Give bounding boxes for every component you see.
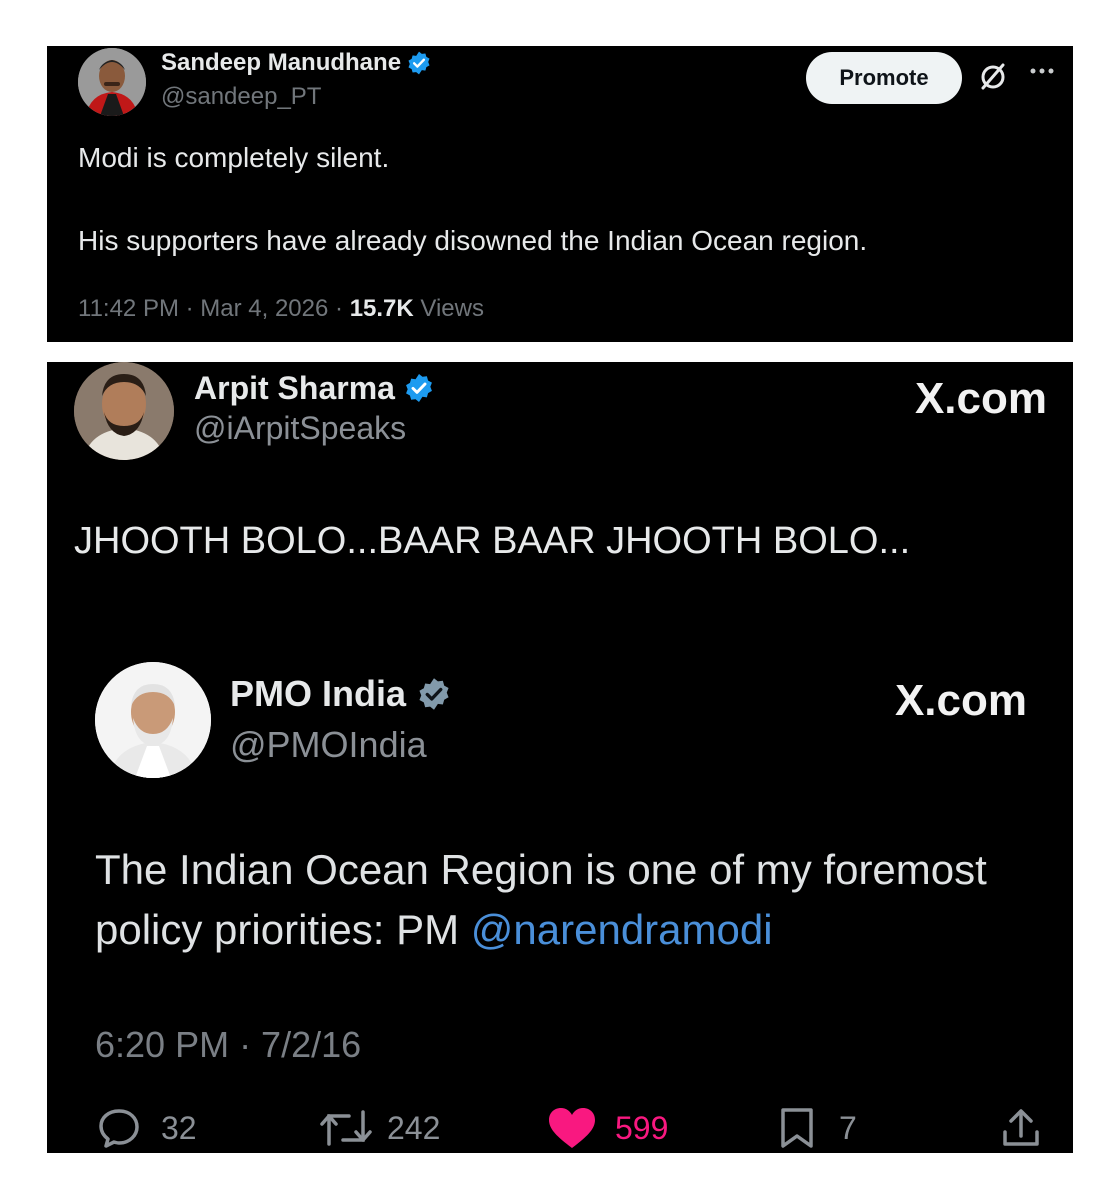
share-action (999, 1106, 1043, 1150)
avatar-photo (78, 48, 146, 116)
verified-badge-icon (406, 374, 432, 402)
tweet-text-line-1: Modi is completely silent. (78, 142, 390, 173)
bookmark-count: 7 (839, 1109, 857, 1146)
tweet-text-line-2: His supporters have already disowned the… (78, 225, 868, 256)
like-action: 599 (547, 1106, 668, 1150)
tweet-text: JHOOTH BOLO...BAAR BAAR JHOOTH BOLO... (74, 520, 911, 562)
avatar[interactable] (78, 48, 146, 116)
promote-button[interactable]: Promote (806, 52, 962, 104)
author-name[interactable]: Sandeep Manudhane (161, 48, 432, 78)
analytics-off-icon[interactable] (977, 60, 1009, 92)
avatar (95, 662, 211, 778)
share-icon (1003, 1109, 1039, 1146)
author-handle[interactable]: @sandeep_PT (161, 83, 321, 111)
retweet-icon (320, 1110, 372, 1146)
nested-author-name: PMO India (230, 672, 452, 716)
author-name-text: Sandeep Manudhane (161, 49, 402, 76)
avatar-photo (74, 362, 174, 460)
avatar (74, 362, 174, 460)
nested-tweet-text-line-2: policy priorities: PM @narendramodi (95, 906, 773, 954)
top-tweet: Sandeep Manudhane @sandeep_PT Promote Mo… (47, 46, 1073, 342)
mention-link: @narendramodi (470, 906, 773, 953)
more-icon[interactable] (1029, 66, 1055, 76)
nested-tweet-timestamp: 6:20 PM · 7/2/16 (95, 1024, 362, 1065)
verified-badge-icon (419, 678, 449, 710)
tweet-timestamp[interactable]: 11:42 PM · Mar 4, 2026 · (78, 295, 350, 322)
tweet-meta: 11:42 PM · Mar 4, 2026 · 15.7K Views (78, 295, 484, 323)
retweet-count: 242 (387, 1109, 441, 1146)
retweet-action: 242 (319, 1106, 440, 1150)
author-name: Arpit Sharma (194, 368, 435, 408)
views-count: 15.7K (349, 295, 414, 322)
author-name-text: Arpit Sharma (194, 369, 395, 406)
nested-author-name-text: PMO India (230, 673, 407, 714)
like-count: 599 (615, 1109, 669, 1146)
watermark-xcom: X.com (894, 676, 1027, 725)
reply-count: 32 (161, 1109, 197, 1146)
reply-icon (99, 1109, 139, 1148)
nested-tweet-text-line-1: The Indian Ocean Region is one of my for… (95, 846, 987, 893)
nested-author-handle: @PMOIndia (230, 724, 427, 765)
nested-tweet-text-prefix: policy priorities: PM (95, 906, 471, 953)
bookmark-icon (781, 1108, 813, 1148)
verified-badge-icon (408, 51, 430, 75)
avatar-photo (95, 662, 211, 778)
watermark-xcom: X.com (914, 374, 1047, 423)
bookmark-action: 7 (777, 1106, 857, 1150)
author-handle: @iArpitSpeaks (194, 410, 407, 446)
views-label: Views (413, 295, 484, 322)
quoted-tweet-screenshot: Arpit Sharma @iArpitSpeaks X.com JHOOTH … (47, 362, 1073, 1153)
reply-action: 32 (97, 1106, 197, 1150)
heart-icon (549, 1108, 595, 1148)
